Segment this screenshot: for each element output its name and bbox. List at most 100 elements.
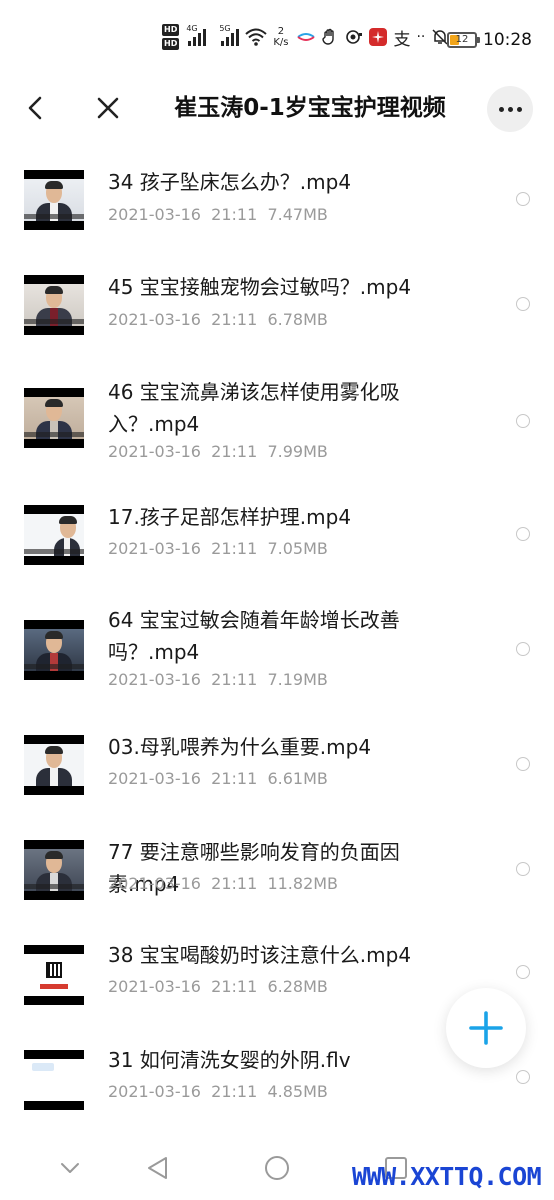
file-size: 7.47MB xyxy=(267,205,328,224)
file-size: 4.85MB xyxy=(267,1082,328,1101)
file-item[interactable]: 45 宝宝接触宠物会过敏吗？.mp4 2021-03-16 21:11 6.78… xyxy=(0,251,554,356)
file-item[interactable]: 03.母乳喂养为什么重要.mp4 2021-03-16 21:11 6.61MB xyxy=(0,735,554,840)
file-size: 6.61MB xyxy=(267,769,328,788)
video-thumbnail xyxy=(24,170,84,230)
file-size: 7.99MB xyxy=(267,442,328,461)
plus-icon xyxy=(469,1011,503,1045)
file-time: 21:11 xyxy=(211,670,258,689)
video-thumbnail xyxy=(24,620,84,680)
video-thumbnail xyxy=(24,505,84,565)
more-dot-icon xyxy=(516,106,522,112)
file-meta: 2021-03-16 21:11 6.61MB xyxy=(108,769,328,789)
wifi-icon xyxy=(245,28,268,46)
file-meta: 2021-03-16 21:11 7.05MB xyxy=(108,539,328,559)
video-thumbnail xyxy=(24,945,84,1005)
file-size: 11.82MB xyxy=(267,874,339,893)
signal-label-1: 4G xyxy=(186,24,198,33)
battery-icon: 12 xyxy=(447,32,480,48)
app-notify-icon xyxy=(297,33,316,41)
file-name: 17.孩子足部怎样护理.mp4 xyxy=(108,505,352,529)
status-left: HD HD 4G 5G 2 K/s 支 ·· xyxy=(162,24,449,50)
add-button[interactable] xyxy=(446,988,526,1068)
hand-icon xyxy=(322,28,335,45)
file-date: 2021-03-16 xyxy=(108,539,201,558)
more-options-button[interactable] xyxy=(487,86,533,132)
file-time: 21:11 xyxy=(211,310,258,329)
video-thumbnail xyxy=(24,388,84,448)
back-arrow-icon[interactable] xyxy=(22,92,50,124)
watermark: WWW.XXTTQ.COM xyxy=(352,1162,542,1191)
file-item[interactable]: 17.孩子足部怎样护理.mp4 2021-03-16 21:11 7.05MB xyxy=(0,493,554,598)
more-dot-icon xyxy=(507,106,513,112)
notification-icons: 支 ·· xyxy=(297,25,449,50)
select-radio[interactable] xyxy=(516,757,530,771)
select-radio[interactable] xyxy=(516,414,530,428)
home-circle-icon[interactable] xyxy=(263,1154,291,1182)
file-time: 21:11 xyxy=(211,769,258,788)
file-item[interactable]: 77 要注意哪些影响发育的负面因素.mp4 2021-03-16 21:11 1… xyxy=(0,840,554,945)
more-dot-icon xyxy=(498,106,504,112)
file-name: 46 宝宝流鼻涕该怎样使用雾化吸入？.mp4 xyxy=(108,380,400,436)
file-meta: 2021-03-16 21:11 11.82MB xyxy=(108,874,338,894)
file-date: 2021-03-16 xyxy=(108,1082,201,1101)
select-radio[interactable] xyxy=(516,297,530,311)
red-app-icon xyxy=(369,28,388,46)
file-size: 6.28MB xyxy=(267,977,328,996)
file-date: 2021-03-16 xyxy=(108,442,201,461)
file-name: 03.母乳喂养为什么重要.mp4 xyxy=(108,735,372,759)
camera-app-icon xyxy=(346,30,363,44)
file-item[interactable]: 46 宝宝流鼻涕该怎样使用雾化吸入？.mp4 2021-03-16 21:11 … xyxy=(0,356,554,493)
close-icon[interactable] xyxy=(92,92,124,124)
back-triangle-icon[interactable] xyxy=(144,1154,172,1182)
select-radio[interactable] xyxy=(516,642,530,656)
video-thumbnail xyxy=(24,735,84,795)
file-meta: 2021-03-16 21:11 7.19MB xyxy=(108,670,328,690)
select-radio[interactable] xyxy=(516,527,530,541)
status-right: 12 10:28 xyxy=(447,30,532,50)
chevron-down-icon[interactable] xyxy=(56,1154,84,1182)
app-header: 崔玉涛0-1岁宝宝护理视频 xyxy=(0,74,554,146)
file-time: 21:11 xyxy=(211,977,258,996)
file-date: 2021-03-16 xyxy=(108,769,201,788)
file-meta: 2021-03-16 21:11 4.85MB xyxy=(108,1082,328,1102)
net-speed: 2 K/s xyxy=(273,26,288,48)
file-size: 7.05MB xyxy=(267,539,328,558)
status-time: 10:28 xyxy=(483,30,532,50)
file-size: 7.19MB xyxy=(267,670,328,689)
file-name: 64 宝宝过敏会随着年龄增长改善吗？.mp4 xyxy=(108,608,400,664)
signal-label-2: 5G xyxy=(219,24,231,33)
file-time: 21:11 xyxy=(211,1082,258,1101)
file-date: 2021-03-16 xyxy=(108,670,201,689)
file-name: 38 宝宝喝酸奶时该注意什么.mp4 xyxy=(108,943,412,967)
file-meta: 2021-03-16 21:11 7.47MB xyxy=(108,205,328,225)
file-time: 21:11 xyxy=(211,442,258,461)
file-name: 31 如何清洗女婴的外阴.flv xyxy=(108,1048,351,1072)
file-item[interactable]: 34 孩子坠床怎么办？.mp4 2021-03-16 21:11 7.47MB xyxy=(0,146,554,251)
file-item[interactable]: 64 宝宝过敏会随着年龄增长改善吗？.mp4 2021-03-16 21:11 … xyxy=(0,598,554,735)
select-radio[interactable] xyxy=(516,192,530,206)
file-time: 21:11 xyxy=(211,205,258,224)
status-bar: HD HD 4G 5G 2 K/s 支 ·· 12 10:28 xyxy=(0,0,554,74)
video-thumbnail xyxy=(24,1050,84,1110)
file-meta: 2021-03-16 21:11 6.78MB xyxy=(108,310,328,330)
file-meta: 2021-03-16 21:11 6.28MB xyxy=(108,977,328,997)
battery-level: 12 xyxy=(455,34,469,45)
file-date: 2021-03-16 xyxy=(108,977,201,996)
select-radio[interactable] xyxy=(516,862,530,876)
hd-badge-1: HD xyxy=(162,24,180,36)
file-time: 21:11 xyxy=(211,874,258,893)
select-radio[interactable] xyxy=(516,965,530,979)
file-date: 2021-03-16 xyxy=(108,310,201,329)
hd-badges: HD HD xyxy=(162,24,180,50)
signal-icon-2: 5G xyxy=(219,24,240,46)
more-notifications-icon: ·· xyxy=(416,29,426,45)
net-speed-unit: K/s xyxy=(273,37,289,48)
video-thumbnail xyxy=(24,840,84,900)
file-name: 45 宝宝接触宠物会过敏吗？.mp4 xyxy=(108,275,412,299)
file-date: 2021-03-16 xyxy=(108,874,201,893)
select-radio[interactable] xyxy=(516,1070,530,1084)
video-thumbnail xyxy=(24,275,84,335)
file-meta: 2021-03-16 21:11 7.99MB xyxy=(108,442,328,462)
file-time: 21:11 xyxy=(211,539,258,558)
file-size: 6.78MB xyxy=(267,310,328,329)
